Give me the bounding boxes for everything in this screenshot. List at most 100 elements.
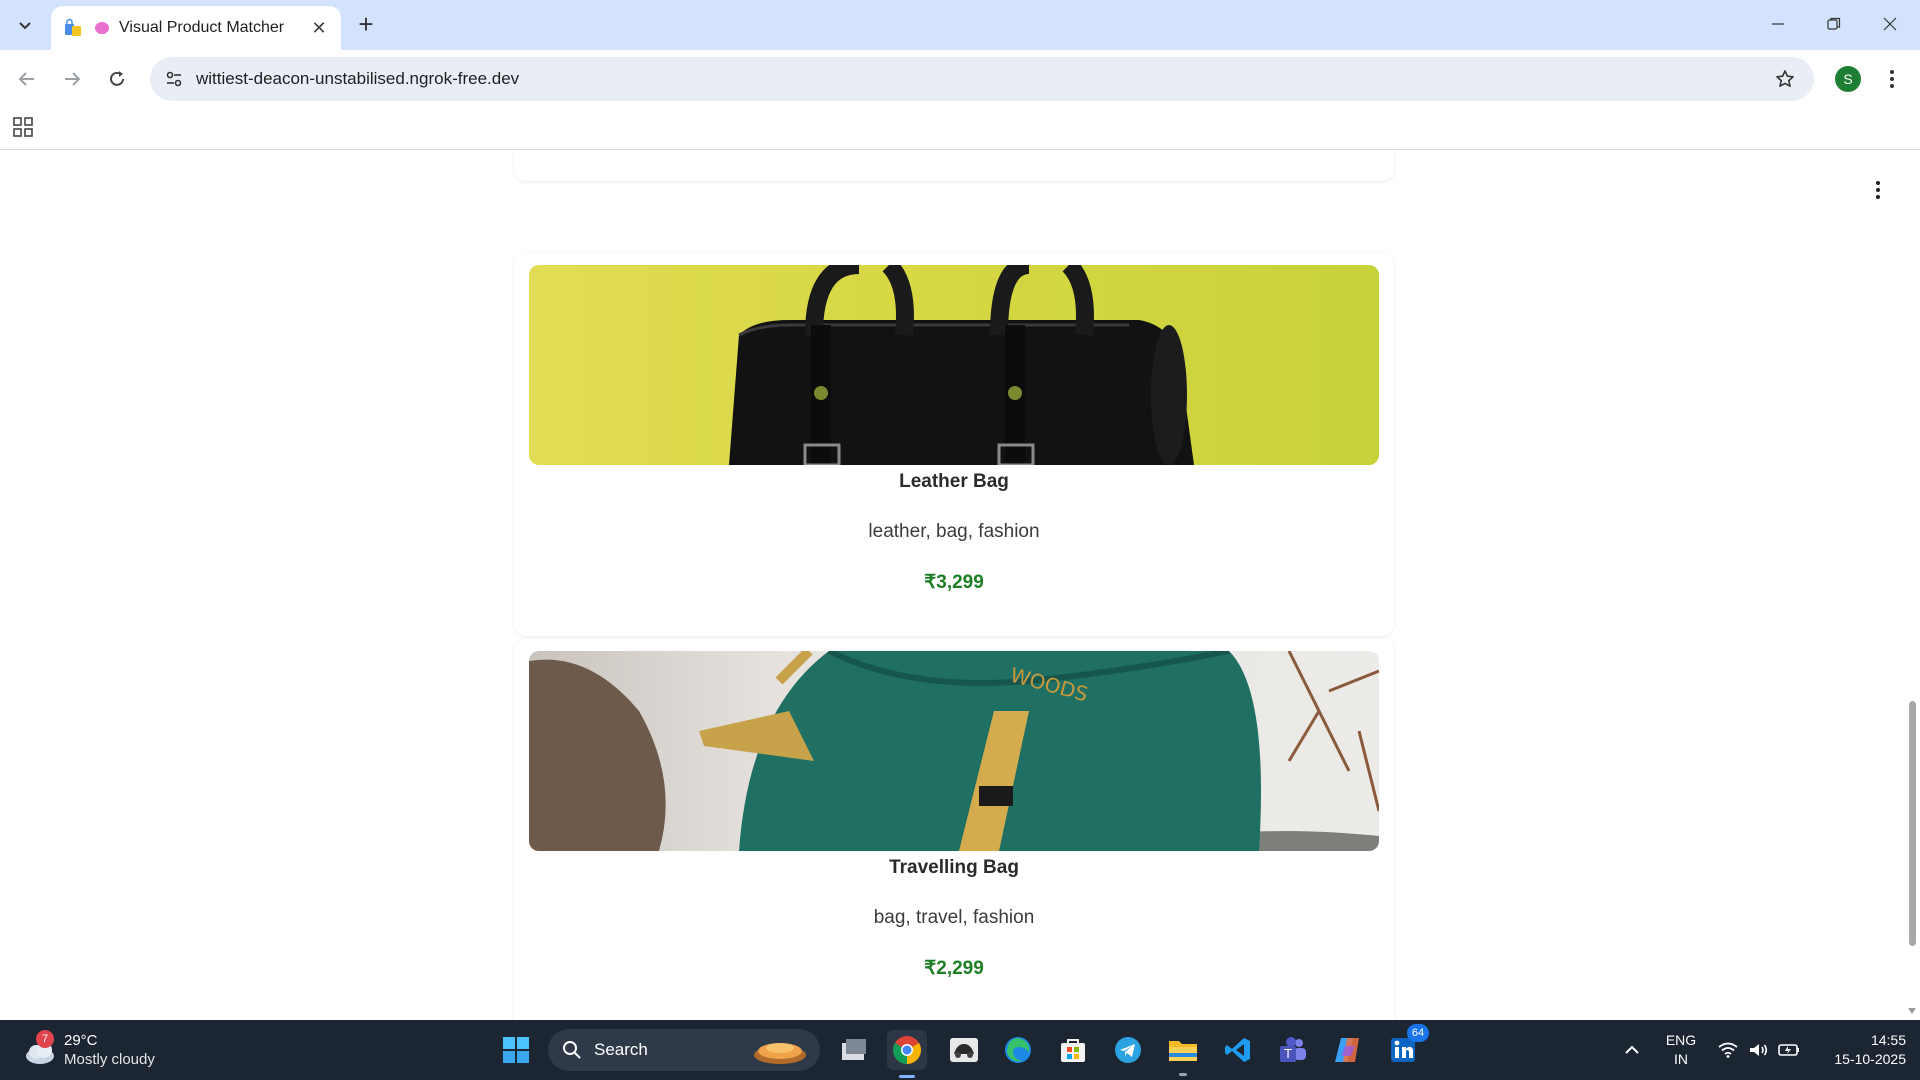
- pie-doodle-icon: [754, 1043, 806, 1064]
- bookmarks-bar: [0, 108, 1920, 150]
- forward-button[interactable]: [56, 63, 88, 95]
- copilot-icon: [1335, 1038, 1359, 1062]
- scroll-down-arrow-icon[interactable]: [1908, 1008, 1916, 1014]
- windows-logo-icon: [503, 1037, 529, 1063]
- shopping-bag-favicon-icon: [65, 18, 81, 36]
- apps-grid-icon: [13, 117, 33, 137]
- language-indicator[interactable]: ENG IN: [1660, 1020, 1702, 1080]
- edge-button[interactable]: [998, 1030, 1038, 1070]
- product-tags: leather, bag, fashion: [868, 521, 1040, 542]
- arrow-right-icon: [65, 72, 81, 86]
- bookmark-star-button[interactable]: [1770, 64, 1800, 94]
- minimize-button[interactable]: [1750, 0, 1806, 48]
- page-scrollbar[interactable]: [1904, 151, 1920, 1020]
- tab-title: Visual Product Matcher: [119, 19, 285, 36]
- language-code: ENG: [1665, 1032, 1697, 1048]
- product-price: ₹2,299: [924, 958, 984, 979]
- car-game-icon: [950, 1038, 978, 1062]
- tab-close-icon[interactable]: ✕: [307, 16, 331, 40]
- chrome-icon: [893, 1036, 921, 1064]
- volume-icon: [1750, 1044, 1768, 1056]
- show-hidden-icons-button[interactable]: [1620, 1020, 1644, 1080]
- weather-alert-badge: 7: [36, 1030, 54, 1048]
- star-icon: [1776, 70, 1794, 87]
- vscode-button[interactable]: [1218, 1030, 1258, 1070]
- tune-icon: [166, 71, 182, 87]
- copilot-button[interactable]: [1328, 1030, 1368, 1070]
- restore-button[interactable]: [1806, 0, 1862, 48]
- product-name: Travelling Bag: [889, 857, 1019, 878]
- scrollbar-thumb[interactable]: [1909, 701, 1916, 946]
- clock-date: 15-10-2025: [1834, 1051, 1906, 1067]
- page-menu-button[interactable]: [1866, 175, 1890, 205]
- linkedin-button[interactable]: 64: [1383, 1024, 1429, 1070]
- store-icon: [1061, 1039, 1085, 1062]
- active-indicator: [899, 1075, 915, 1078]
- weather-condition: Mostly cloudy: [64, 1051, 155, 1068]
- restore-icon: [1827, 17, 1841, 30]
- vscode-icon: [1225, 1038, 1250, 1062]
- pink-dot-icon: [95, 22, 109, 34]
- telegram-icon: [1115, 1037, 1141, 1063]
- game-app-button[interactable]: [944, 1030, 984, 1070]
- site-info-button[interactable]: [160, 65, 188, 93]
- back-button[interactable]: [11, 63, 43, 95]
- product-name: Leather Bag: [899, 471, 1009, 492]
- clock[interactable]: 14:55 15-10-2025: [1806, 1020, 1906, 1080]
- minimize-icon: [1772, 23, 1784, 25]
- title-bar: Visual Product Matcher ✕ +: [0, 0, 1920, 50]
- edge-icon: [1005, 1037, 1031, 1063]
- reload-button[interactable]: [101, 63, 133, 95]
- tab-search-button[interactable]: [10, 10, 40, 40]
- browser-menu-button[interactable]: [1880, 64, 1904, 94]
- product-tags: bag, travel, fashion: [873, 907, 1035, 928]
- search-icon: [563, 1041, 581, 1059]
- microsoft-store-button[interactable]: [1053, 1030, 1093, 1070]
- chrome-taskbar-button[interactable]: [887, 1030, 927, 1078]
- language-region: IN: [1674, 1051, 1688, 1067]
- search-label: Search: [594, 1040, 648, 1059]
- close-window-button[interactable]: [1862, 0, 1918, 48]
- task-view-button[interactable]: [834, 1030, 874, 1070]
- chevron-up-icon: [1625, 1045, 1639, 1054]
- tab-visual-product-matcher[interactable]: Visual Product Matcher ✕: [51, 6, 341, 50]
- weather-temperature: 29°C: [64, 1032, 98, 1049]
- wifi-icon: [1718, 1042, 1738, 1058]
- new-tab-button[interactable]: +: [352, 9, 380, 39]
- product-price: ₹3,299: [924, 572, 984, 593]
- chevron-down-icon: [19, 22, 31, 30]
- close-icon: [1883, 17, 1897, 31]
- reload-icon: [110, 71, 124, 86]
- teams-icon: T: [1280, 1037, 1306, 1062]
- address-bar[interactable]: wittiest-deacon-unstabilised.ngrok-free.…: [150, 57, 1814, 101]
- product-card-partial: [514, 151, 1394, 181]
- battery-charging-icon: [1778, 1044, 1799, 1056]
- clock-time: 14:55: [1870, 1032, 1906, 1048]
- more-vertical-icon: [1890, 70, 1894, 88]
- file-explorer-button[interactable]: [1163, 1030, 1203, 1076]
- product-card[interactable]: WOODS Travelling Bag bag, travel, fashio…: [514, 639, 1394, 1020]
- taskbar-search[interactable]: Search: [548, 1029, 820, 1071]
- travelling-bag-image: WOODS: [529, 651, 1379, 851]
- cloud-icon: 7: [22, 1030, 58, 1068]
- windows-taskbar: 7 29°C Mostly cloudy Search T 64 ENG IN …: [0, 1020, 1920, 1080]
- more-vertical-icon: [1876, 181, 1880, 199]
- profile-avatar[interactable]: S: [1835, 66, 1861, 92]
- leather-bag-image: [529, 265, 1379, 465]
- running-indicator: [1179, 1073, 1187, 1076]
- telegram-button[interactable]: [1108, 1030, 1148, 1070]
- svg-text:T: T: [1283, 1047, 1292, 1061]
- linkedin-notification-badge: 64: [1407, 1024, 1429, 1042]
- url-text: wittiest-deacon-unstabilised.ngrok-free.…: [196, 69, 520, 88]
- task-view-icon: [842, 1039, 866, 1060]
- product-card[interactable]: Leather Bag leather, bag, fashion ₹3,299: [514, 253, 1394, 636]
- weather-widget[interactable]: 7 29°C Mostly cloudy: [22, 1028, 172, 1072]
- teams-button[interactable]: T: [1273, 1030, 1313, 1070]
- system-tray-status[interactable]: [1714, 1020, 1804, 1080]
- browser-toolbar: wittiest-deacon-unstabilised.ngrok-free.…: [0, 50, 1920, 108]
- page-viewport: Leather Bag leather, bag, fashion ₹3,299…: [0, 151, 1920, 1020]
- folder-icon: [1169, 1041, 1197, 1061]
- arrow-left-icon: [18, 72, 34, 86]
- apps-button[interactable]: [12, 116, 36, 140]
- start-button[interactable]: [496, 1030, 536, 1070]
